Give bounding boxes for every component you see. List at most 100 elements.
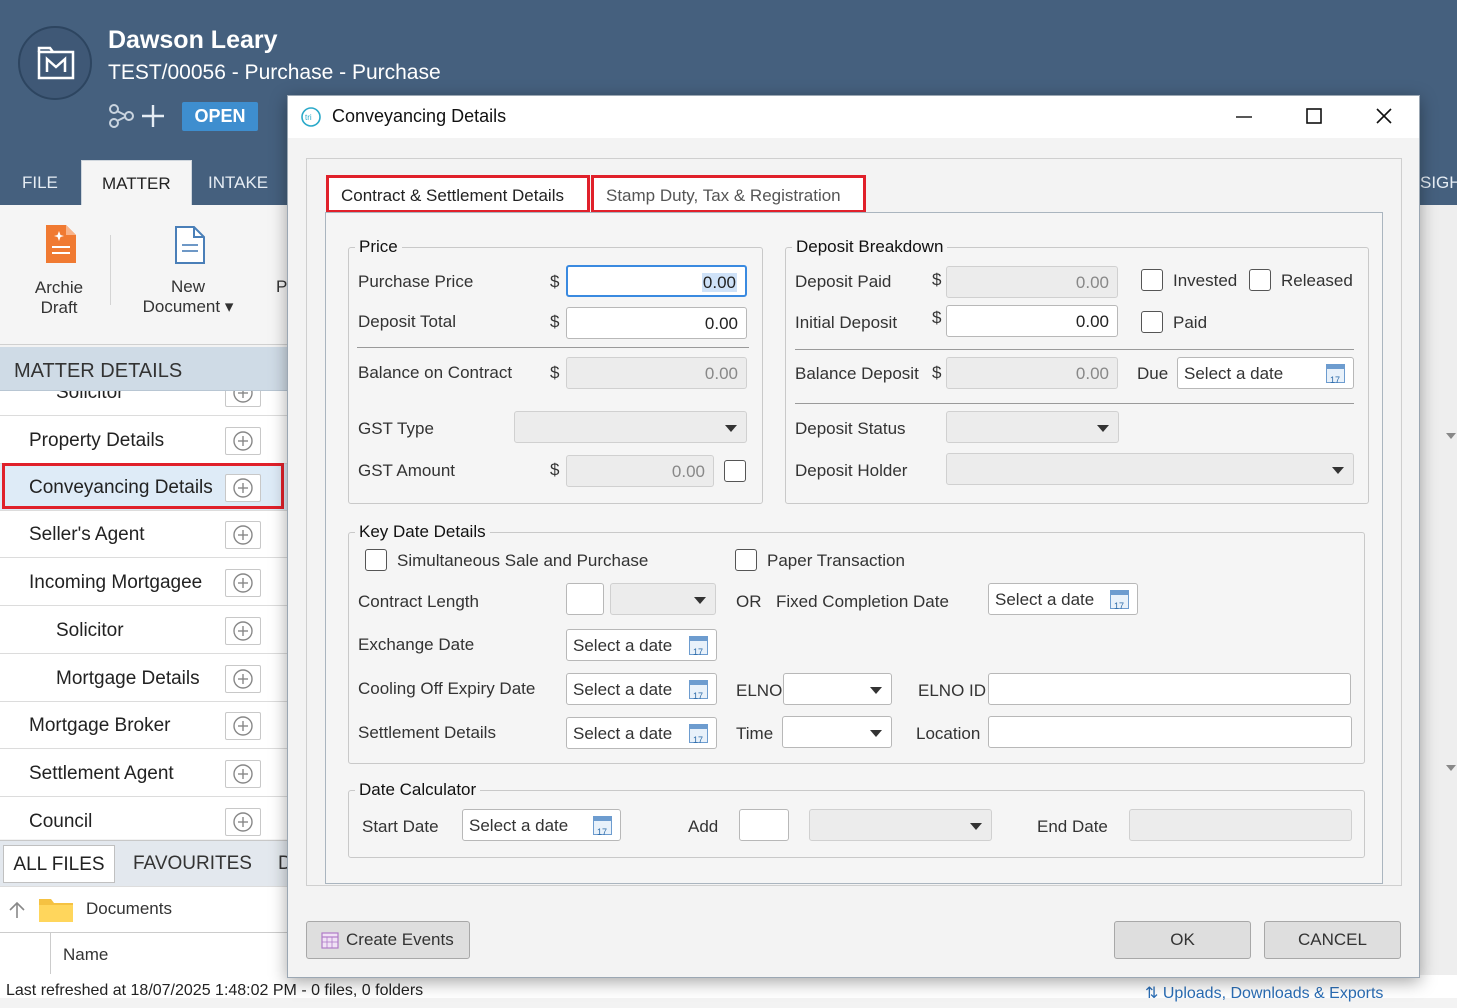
plus-circle-icon — [233, 716, 253, 736]
add-button[interactable] — [225, 617, 261, 645]
plus-circle-icon — [233, 621, 253, 641]
purchase-price-input[interactable]: 0.00 — [566, 265, 747, 297]
add-button[interactable] — [225, 521, 261, 549]
calendar-icon[interactable]: 17 — [689, 636, 708, 657]
sidebar-item-incoming-mortgagee[interactable]: Incoming Mortgagee — [0, 559, 290, 606]
calendar-icon[interactable]: 17 — [689, 724, 708, 745]
up-arrow-icon[interactable] — [7, 900, 27, 920]
add-button[interactable] — [225, 391, 261, 407]
exchange-date-picker[interactable]: Select a date 17 — [566, 629, 717, 661]
chevron-down-icon — [694, 597, 706, 604]
chevron-down-icon — [1097, 425, 1109, 432]
sidebar-item-property-details[interactable]: Property Details — [0, 417, 290, 464]
calendar-icon[interactable]: 17 — [689, 680, 708, 701]
settlement-date-picker[interactable]: Select a date 17 — [566, 717, 717, 749]
sidebar-item-council[interactable]: Council — [0, 798, 290, 839]
add-button[interactable] — [225, 665, 261, 693]
add-amount-input[interactable] — [739, 809, 789, 841]
ok-button[interactable]: OK — [1114, 921, 1251, 959]
currency-symbol: $ — [550, 272, 560, 291]
paid-label: Paid — [1173, 313, 1208, 332]
sidebar-item-label: Settlement Agent — [29, 763, 174, 784]
add-unit-select[interactable] — [809, 809, 992, 841]
exchange-date-label: Exchange Date — [358, 635, 475, 654]
documents-folder[interactable]: Documents — [86, 899, 172, 919]
cancel-button[interactable]: CANCEL — [1264, 921, 1401, 959]
add-button[interactable] — [225, 427, 261, 455]
calendar-icon[interactable]: 17 — [1326, 364, 1345, 385]
deposit-status-select[interactable] — [946, 411, 1119, 443]
due-date-picker[interactable]: Select a date 17 — [1177, 357, 1354, 389]
tab-all-files[interactable]: ALL FILES — [3, 845, 115, 883]
simultaneous-checkbox[interactable] — [365, 549, 387, 571]
tab-contract-settlement[interactable]: Contract & Settlement Details — [326, 175, 590, 213]
tab-stamp-duty[interactable]: Stamp Duty, Tax & Registration — [591, 175, 866, 213]
exchange-date-value: Select a date — [573, 636, 673, 655]
time-label: Time — [736, 724, 774, 743]
elno-id-input[interactable] — [988, 673, 1351, 705]
archie-draft-icon[interactable] — [44, 223, 78, 265]
sidebar-item-sellers-agent[interactable]: Seller's Agent — [0, 511, 290, 558]
link-icon[interactable] — [108, 102, 136, 130]
uploads-link[interactable]: ⇅ Uploads, Downloads & Exports — [1145, 983, 1383, 1003]
end-date-label: End Date — [1037, 817, 1108, 836]
released-checkbox[interactable] — [1249, 269, 1271, 291]
purchase-price-label: Purchase Price — [358, 272, 474, 291]
close-icon[interactable] — [1374, 106, 1394, 126]
minimize-icon[interactable] — [1234, 106, 1254, 126]
folder-icon — [39, 899, 73, 922]
add-button[interactable] — [225, 569, 261, 597]
archie-draft-label[interactable]: Archie Draft — [20, 278, 98, 318]
contract-length-unit-select[interactable] — [610, 583, 716, 615]
calendar-icon[interactable]: 17 — [593, 816, 612, 837]
client-name: Dawson Leary — [108, 26, 278, 54]
calendar-icon[interactable]: 17 — [1110, 590, 1129, 611]
maximize-icon[interactable] — [1304, 106, 1324, 126]
sidebar-item-mortgage-details[interactable]: Mortgage Details — [0, 655, 290, 702]
paid-checkbox[interactable] — [1141, 311, 1163, 333]
location-input[interactable] — [988, 716, 1352, 748]
deposit-total-input[interactable]: 0.00 — [566, 307, 747, 339]
sidebar-item-settlement-agent[interactable]: Settlement Agent — [0, 750, 290, 797]
elno-select[interactable] — [783, 673, 892, 705]
tab-matter[interactable]: MATTER — [81, 160, 192, 205]
start-date-picker[interactable]: Select a date 17 — [462, 809, 621, 841]
add-button[interactable] — [225, 760, 261, 788]
fixed-completion-date-picker[interactable]: Select a date 17 — [988, 583, 1138, 615]
contract-length-input[interactable] — [566, 583, 604, 615]
tab-intake[interactable]: INTAKE — [188, 160, 288, 205]
deposit-holder-select[interactable] — [946, 453, 1354, 485]
invested-checkbox[interactable] — [1141, 269, 1163, 291]
contract-length-label: Contract Length — [358, 592, 479, 611]
uploads-link-label: Uploads, Downloads & Exports — [1162, 985, 1384, 1002]
calendar-grid-icon — [321, 932, 339, 949]
name-column-header[interactable]: Name — [63, 945, 108, 965]
add-button[interactable] — [225, 808, 261, 836]
paper-transaction-checkbox[interactable] — [735, 549, 757, 571]
add-icon[interactable] — [140, 103, 166, 129]
new-document-icon[interactable] — [174, 225, 206, 265]
chevron-down-icon[interactable] — [1446, 765, 1456, 771]
create-events-button[interactable]: Create Events — [306, 921, 470, 959]
svg-text:tri: tri — [305, 113, 312, 122]
sidebar-item-solicitor[interactable]: Solicitor — [0, 607, 290, 654]
cooling-off-date-picker[interactable]: Select a date 17 — [566, 673, 717, 705]
initial-deposit-input[interactable]: 0.00 — [946, 305, 1118, 337]
tab-file[interactable]: FILE — [2, 160, 78, 205]
tab-favourites[interactable]: FAVOURITES — [133, 845, 252, 883]
cooling-off-date-value: Select a date — [573, 680, 673, 699]
settlement-time-select[interactable] — [782, 716, 892, 748]
gst-checkbox[interactable] — [724, 460, 746, 482]
chevron-down-icon[interactable] — [1446, 433, 1456, 439]
add-label: Add — [688, 817, 719, 836]
sidebar-item-solicitor-top[interactable]: Solicitor — [0, 391, 290, 416]
folder-m-icon — [37, 46, 75, 80]
price-legend: Price — [359, 237, 398, 256]
fixed-completion-label: Fixed Completion Date — [776, 592, 949, 611]
currency-symbol: $ — [932, 363, 942, 382]
new-document-label[interactable]: New Document ▾ — [132, 277, 244, 317]
sidebar-item-mortgage-broker[interactable]: Mortgage Broker — [0, 702, 290, 749]
add-button[interactable] — [225, 712, 261, 740]
gst-type-select[interactable] — [514, 411, 747, 443]
plus-circle-icon — [233, 764, 253, 784]
